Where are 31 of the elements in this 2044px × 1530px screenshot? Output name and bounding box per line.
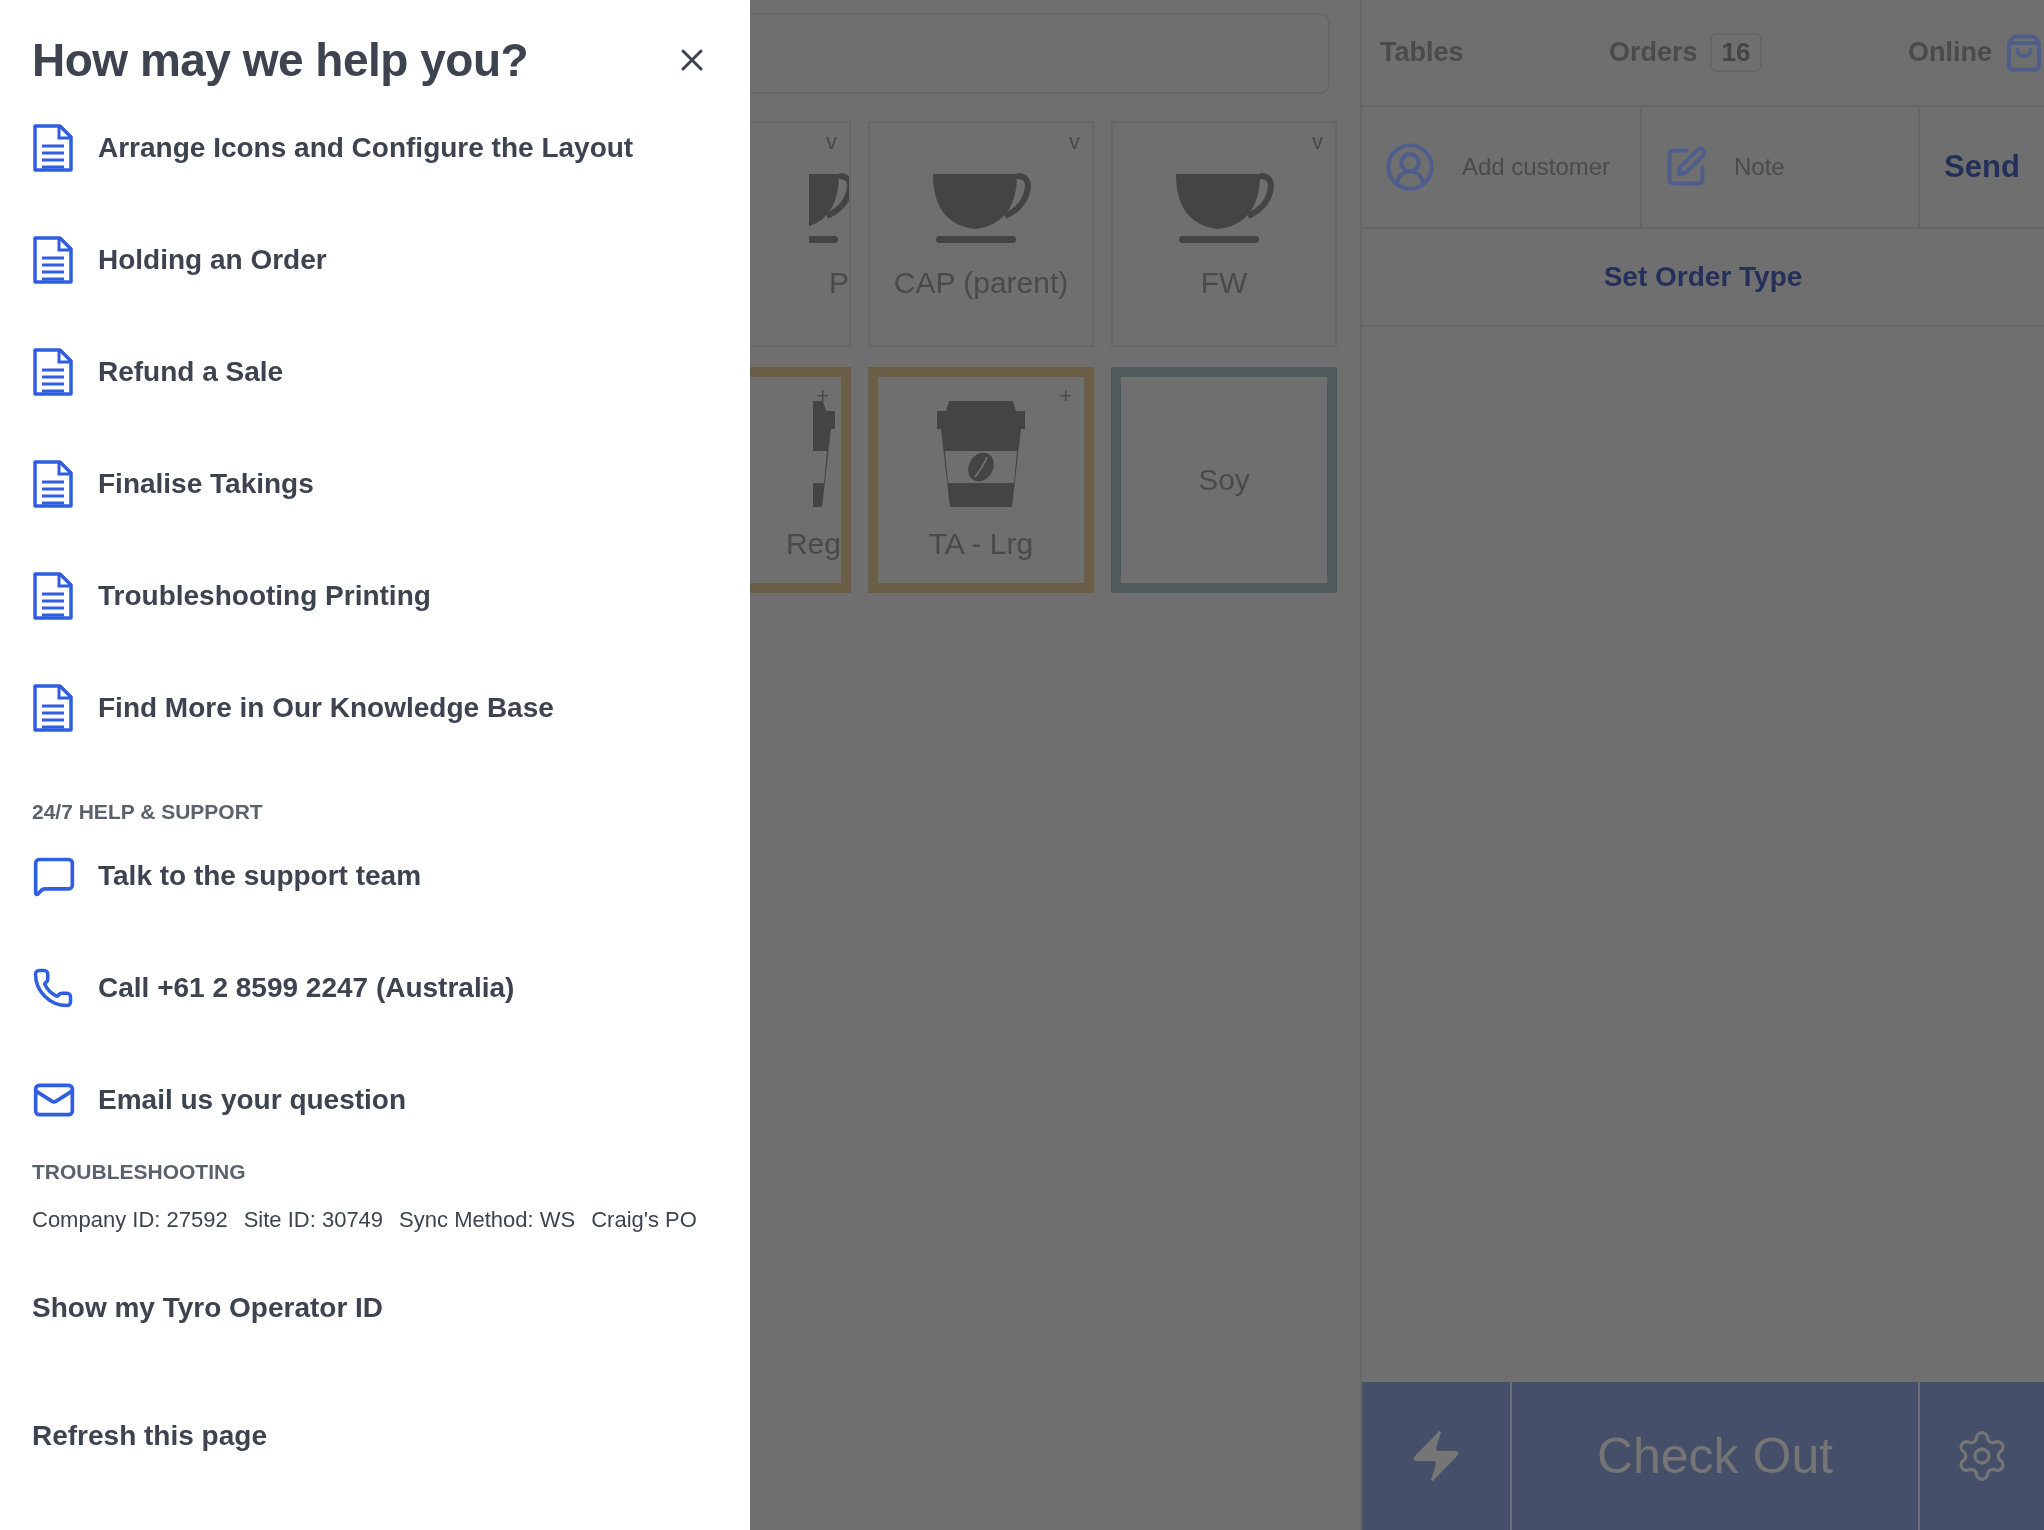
note-icon [1664, 145, 1708, 189]
tile-marker: + [1059, 383, 1072, 409]
action-link[interactable]: Show my Tyro Operator ID [32, 1268, 750, 1348]
info-text: Site ID: 30749 [243, 1207, 384, 1233]
panel-title: How may we help you? [32, 33, 529, 87]
document-icon [32, 572, 74, 620]
tile-marker: + [816, 383, 829, 409]
info-text: Sync Method: WS [399, 1207, 576, 1233]
help-article-link[interactable]: Holding an Order [32, 204, 750, 316]
document-icon [32, 236, 74, 284]
document-icon [32, 124, 74, 172]
help-article-link[interactable]: Troubleshooting Printing [32, 540, 750, 652]
help-article-link[interactable]: Refund a Sale [32, 316, 750, 428]
help-article-link[interactable]: Finalise Takings [32, 428, 750, 540]
section-heading: TROUBLESHOOTING [32, 1159, 247, 1185]
document-icon [32, 348, 74, 396]
bag-icon [2004, 32, 2044, 73]
phone-icon [32, 967, 74, 1009]
user-icon [1384, 141, 1436, 193]
document-icon [32, 684, 74, 732]
document-icon [32, 460, 74, 508]
action-link[interactable]: Refresh this page [32, 1396, 750, 1476]
send-button[interactable]: Send [1920, 107, 2044, 227]
support-link[interactable]: Call +61 2 8599 2247 (Australia) [32, 932, 750, 1044]
order-type-button[interactable]: Set Order Type [1362, 229, 2044, 327]
help-article-link[interactable]: Find More in Our Knowledge Base [32, 652, 750, 764]
search-field[interactable] [750, 13, 1330, 94]
help-article-link[interactable]: Arrange Icons and Configure the Layout [32, 92, 750, 204]
info-text: Company ID: 27592 [32, 1207, 228, 1233]
info-text: Craig's PO [591, 1207, 697, 1233]
support-link[interactable]: Email us your question [32, 1044, 750, 1156]
